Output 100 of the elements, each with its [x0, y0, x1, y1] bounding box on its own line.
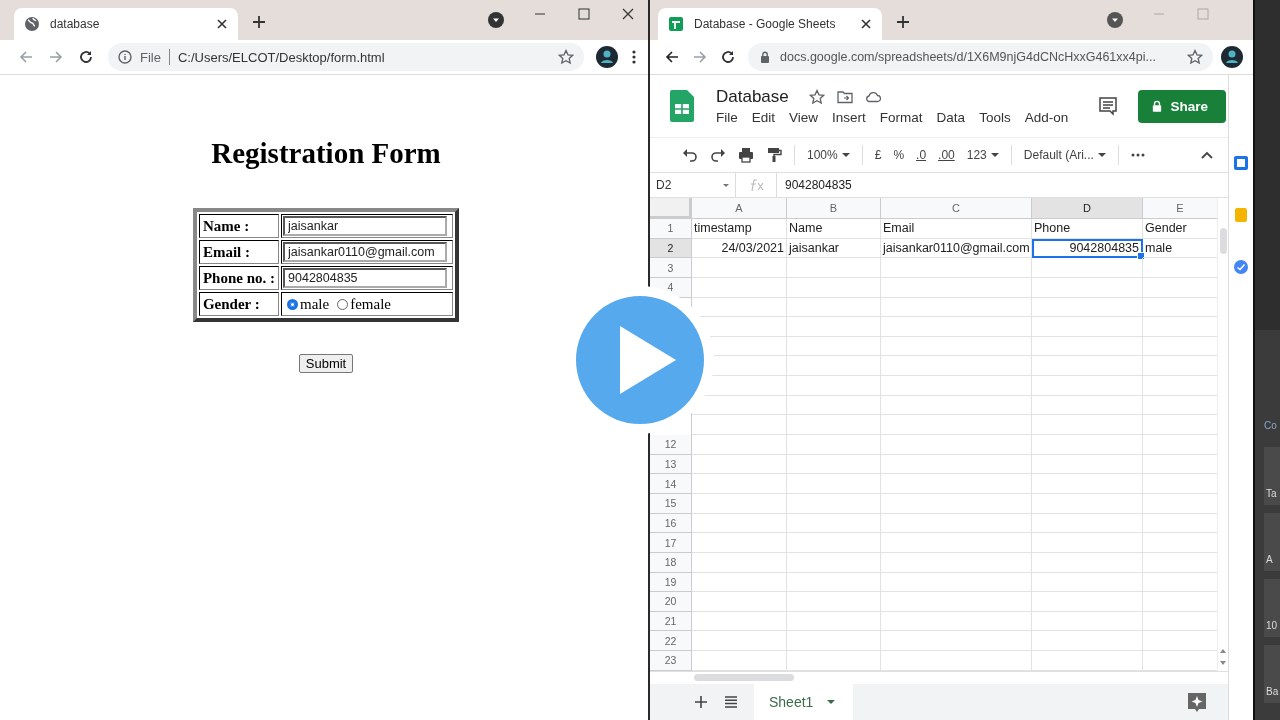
table-cell[interactable]: Name	[787, 219, 881, 239]
table-cell[interactable]	[1032, 631, 1143, 652]
browser-tab[interactable]: database	[14, 8, 238, 40]
panel-tile[interactable]: Ta	[1264, 447, 1280, 505]
zoom-dropdown[interactable]: 100%	[807, 148, 838, 162]
table-cell[interactable]	[1032, 376, 1143, 396]
table-cell[interactable]	[881, 592, 1032, 612]
table-cell[interactable]	[1032, 415, 1143, 436]
new-tab-icon[interactable]	[896, 15, 910, 29]
maximize-icon[interactable]	[578, 8, 590, 20]
radio-button[interactable]	[287, 298, 299, 310]
table-cell[interactable]	[881, 317, 1032, 337]
back-icon[interactable]	[664, 49, 680, 65]
folder-icon[interactable]	[836, 89, 853, 105]
table-cell[interactable]	[787, 277, 881, 298]
scrollbar-thumb[interactable]	[694, 673, 794, 681]
table-cell[interactable]	[1032, 277, 1143, 298]
table-cell[interactable]	[787, 533, 881, 553]
table-cell[interactable]	[692, 513, 787, 534]
star-icon[interactable]	[808, 89, 825, 105]
row-header[interactable]: 18	[650, 552, 692, 573]
table-cell[interactable]	[692, 454, 787, 475]
menu-icon[interactable]	[632, 49, 636, 65]
table-cell[interactable]	[881, 513, 1032, 534]
select-all-corner[interactable]	[650, 198, 692, 219]
spreadsheet-logo-icon[interactable]	[670, 90, 694, 122]
table-cell[interactable]	[1032, 336, 1143, 357]
table-cell[interactable]	[787, 336, 881, 357]
submit-button[interactable]: Submit	[298, 354, 354, 373]
table-cell[interactable]	[1032, 651, 1143, 671]
new-tab-icon[interactable]	[252, 15, 266, 29]
table-cell[interactable]	[692, 651, 787, 671]
table-cell[interactable]	[881, 376, 1032, 396]
table-cell[interactable]: Phone	[1032, 219, 1143, 239]
table-cell[interactable]	[692, 258, 787, 278]
caret-icon[interactable]	[723, 183, 729, 187]
table-cell[interactable]	[787, 513, 881, 534]
font-dropdown[interactable]: Default (Ari...	[1023, 148, 1094, 162]
table-cell[interactable]	[881, 454, 1032, 475]
table-cell[interactable]	[1032, 572, 1143, 593]
explore-icon[interactable]	[1186, 690, 1208, 713]
currency-button[interactable]: £	[874, 148, 882, 162]
table-cell[interactable]	[787, 631, 881, 652]
row-header[interactable]: 20	[650, 592, 692, 612]
table-cell[interactable]	[881, 277, 1032, 298]
close-icon[interactable]	[216, 18, 228, 30]
browser-tab[interactable]: Database - Google Sheets	[658, 8, 882, 40]
table-cell[interactable]	[1032, 454, 1143, 475]
avatar-icon[interactable]	[1221, 46, 1243, 68]
table-cell[interactable]	[692, 415, 787, 436]
table-cell[interactable]	[692, 552, 787, 573]
menu-item[interactable]: Tools	[979, 110, 1011, 125]
table-cell[interactable]	[1032, 356, 1143, 377]
address-bar[interactable]: docs.google.com/spreadsheets/d/1X6M9njG4dCNcHxxG461xx4pi...	[748, 43, 1213, 71]
table-cell[interactable]	[1032, 611, 1143, 632]
text-field[interactable]: jaisankar0110@gmail.com	[283, 242, 448, 262]
table-cell[interactable]	[787, 572, 881, 593]
table-cell[interactable]	[787, 454, 881, 475]
menu-item[interactable]: File	[716, 110, 738, 125]
cloud-icon[interactable]	[864, 89, 881, 105]
table-cell[interactable]	[787, 592, 881, 612]
menu-item[interactable]: Insert	[832, 110, 866, 125]
table-cell[interactable]	[787, 611, 881, 632]
table-cell[interactable]	[787, 317, 881, 337]
panel-tile[interactable]: 10	[1264, 579, 1280, 637]
table-cell[interactable]	[881, 435, 1032, 455]
table-cell[interactable]	[787, 435, 881, 455]
table-cell[interactable]	[787, 651, 881, 671]
dropdown-icon[interactable]	[1107, 12, 1123, 28]
table-cell[interactable]	[692, 533, 787, 553]
address-bar[interactable]: File C:/Users/ELCOT/Desktop/form.html	[108, 43, 584, 71]
scroll-down-icon[interactable]	[1219, 658, 1227, 667]
table-cell[interactable]	[881, 395, 1032, 416]
table-cell[interactable]	[1032, 493, 1143, 514]
radio-button[interactable]	[337, 298, 349, 310]
caret-icon[interactable]	[1097, 153, 1106, 157]
more-formats-dropdown[interactable]: 123	[966, 148, 987, 162]
close-icon[interactable]	[860, 18, 872, 30]
table-cell[interactable]	[692, 592, 787, 612]
row-header[interactable]: 19	[650, 572, 692, 593]
document-title[interactable]: Database	[716, 87, 789, 107]
caret-icon[interactable]	[827, 699, 836, 704]
table-cell[interactable]	[1032, 395, 1143, 416]
dropdown-icon[interactable]	[488, 12, 504, 28]
panel-tile[interactable]: Ba	[1264, 645, 1280, 703]
table-cell[interactable]	[881, 631, 1032, 652]
star-icon[interactable]	[1187, 49, 1203, 65]
table-cell[interactable]	[787, 493, 881, 514]
star-icon[interactable]	[558, 49, 574, 65]
table-cell[interactable]	[787, 395, 881, 416]
row-header[interactable]: 3	[650, 258, 692, 278]
panel-tile[interactable]: A	[1264, 513, 1280, 571]
forward-icon[interactable]	[48, 49, 64, 65]
text-field[interactable]: 9042804835	[283, 268, 448, 288]
text-field[interactable]: jaisankar	[283, 216, 448, 236]
share-button[interactable]: Share	[1138, 89, 1226, 123]
row-header[interactable]: 22	[650, 631, 692, 652]
table-cell[interactable]: male	[1143, 238, 1217, 259]
table-cell[interactable]	[1032, 258, 1143, 278]
check-icon[interactable]	[1233, 259, 1249, 275]
